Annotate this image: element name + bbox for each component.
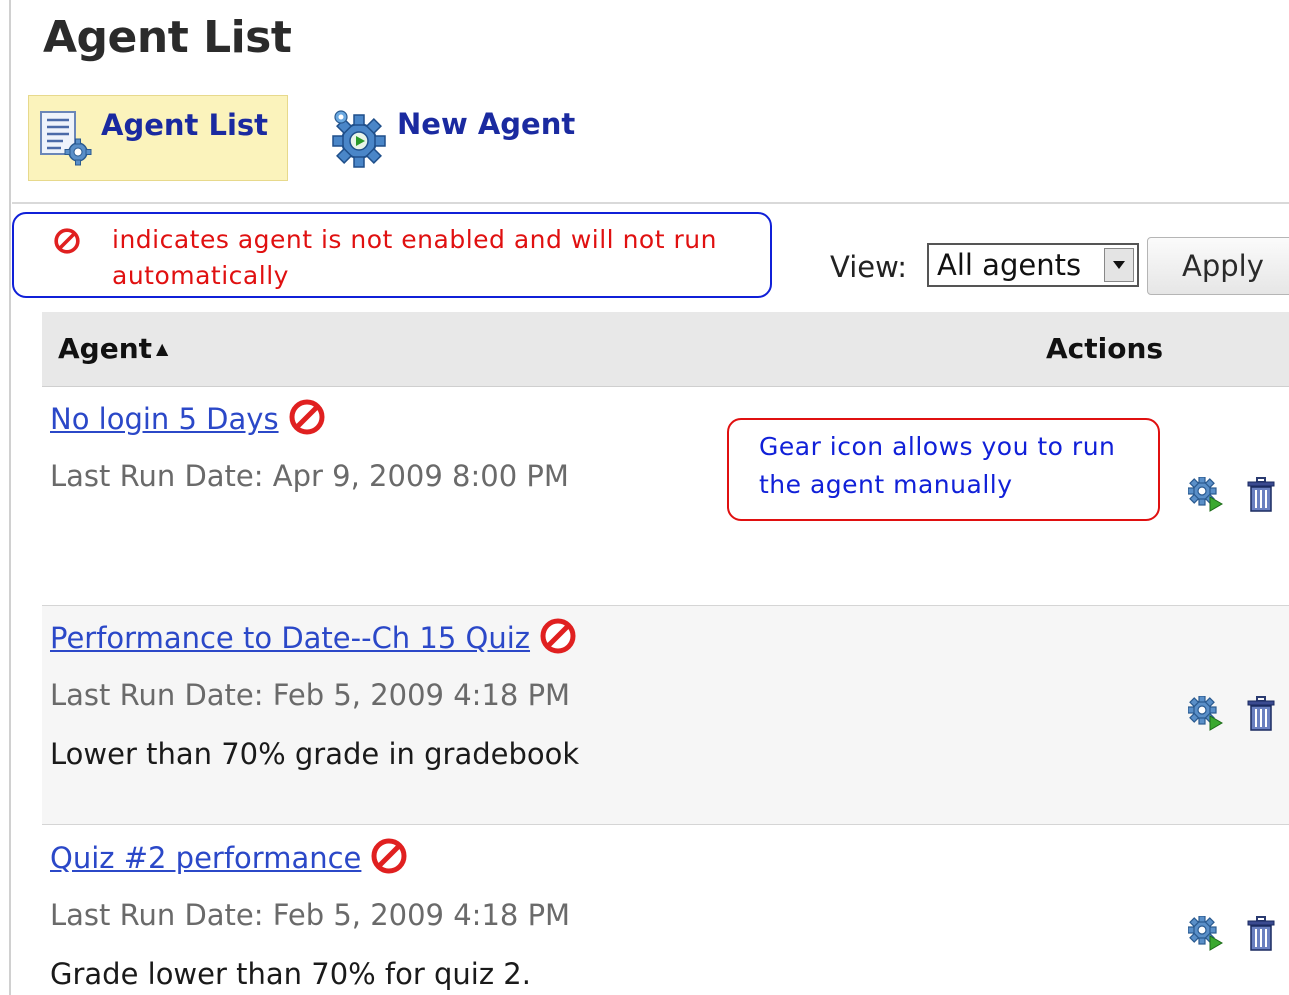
tab-new-agent[interactable]: New Agent [322, 95, 602, 181]
agent-description: Grade lower than 70% for quiz 2. [50, 957, 531, 991]
agent-list-icon [39, 110, 93, 172]
column-header-agent-label: Agent [58, 332, 153, 365]
agent-list-page: Agent List Agent List New Agent indicate… [0, 0, 1289, 995]
row-actions [1188, 916, 1276, 956]
not-enabled-icon [540, 618, 576, 658]
trash-icon[interactable] [1246, 477, 1276, 517]
callout-text: Gear icon allows you to run the agent ma… [759, 432, 1116, 499]
agent-link[interactable]: No login 5 Days [50, 402, 279, 436]
left-border [9, 0, 11, 995]
view-select-value: All agents [937, 248, 1082, 282]
sort-ascending-icon: ▲ [156, 339, 169, 358]
page-title: Agent List [43, 12, 292, 63]
view-label: View: [830, 250, 908, 284]
tab-new-agent-label: New Agent [397, 107, 576, 141]
last-run-date: Last Run Date: Feb 5, 2009 4:18 PM [50, 678, 571, 712]
run-agent-gear-icon[interactable] [1188, 916, 1224, 956]
trash-icon[interactable] [1246, 696, 1276, 736]
apply-button[interactable]: Apply [1147, 237, 1289, 295]
agent-name-line: Quiz #2 performance [50, 838, 407, 878]
last-run-date: Last Run Date: Feb 5, 2009 4:18 PM [50, 898, 571, 932]
tab-agent-list[interactable]: Agent List [28, 95, 288, 181]
agent-description: Lower than 70% grade in gradebook [50, 737, 580, 771]
table-header: Agent ▲ Actions [42, 312, 1289, 387]
legend-text: indicates agent is not enabled and will … [112, 225, 717, 290]
run-agent-gear-icon[interactable] [1188, 696, 1224, 736]
not-enabled-icon [54, 228, 80, 258]
not-enabled-icon [289, 399, 325, 439]
last-run-date: Last Run Date: Apr 9, 2009 8:00 PM [50, 459, 569, 493]
new-agent-gear-icon [327, 107, 389, 173]
agent-name-line: No login 5 Days [50, 399, 325, 439]
row-actions [1188, 477, 1276, 517]
agent-name-line: Performance to Date--Ch 15 Quiz [50, 618, 576, 658]
gear-icon-callout: Gear icon allows you to run the agent ma… [727, 418, 1160, 521]
view-select[interactable]: All agents [927, 243, 1139, 287]
column-header-actions: Actions [1046, 332, 1164, 365]
toolbar-divider [12, 202, 1289, 204]
trash-icon[interactable] [1246, 916, 1276, 956]
column-header-agent[interactable]: Agent ▲ [58, 332, 168, 365]
tab-agent-list-label: Agent List [101, 108, 269, 142]
row-actions [1188, 696, 1276, 736]
agent-link[interactable]: Performance to Date--Ch 15 Quiz [50, 621, 530, 655]
table-row: Quiz #2 performance Last Run Date: Feb 5… [42, 826, 1289, 995]
table-row: Performance to Date--Ch 15 Quiz Last Run… [42, 606, 1289, 825]
not-enabled-legend: indicates agent is not enabled and will … [12, 212, 772, 298]
chevron-down-icon[interactable] [1104, 248, 1134, 282]
run-agent-gear-icon[interactable] [1188, 477, 1224, 517]
agent-link[interactable]: Quiz #2 performance [50, 841, 361, 875]
not-enabled-icon [371, 838, 407, 878]
